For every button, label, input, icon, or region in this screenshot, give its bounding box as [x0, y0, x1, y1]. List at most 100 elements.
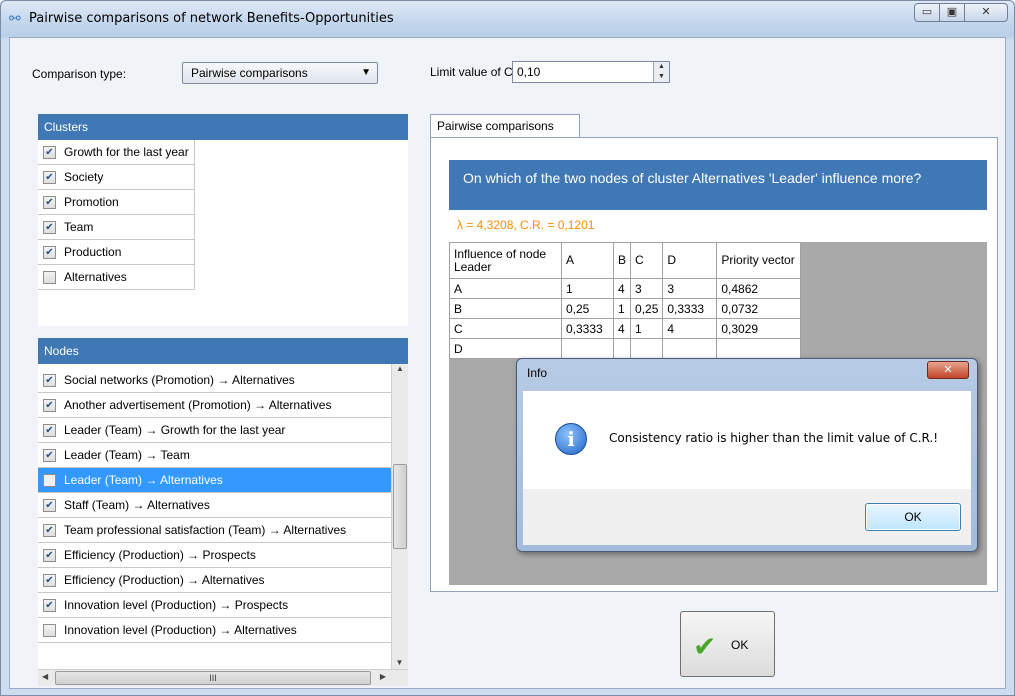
limit-cr-value: 0,10 [517, 65, 541, 79]
node-item[interactable]: ✔ Leader (Team) → Growth for the last yea… [38, 418, 391, 443]
horizontal-scroll-thumb[interactable]: III [55, 671, 371, 685]
node-item[interactable]: ✔ Efficiency (Production) → Alternatives [38, 568, 391, 593]
cluster-item[interactable]: ✔ Promotion [38, 190, 195, 215]
checkbox[interactable]: ✔ [43, 598, 56, 612]
matrix-cell[interactable]: 0,25 [561, 298, 614, 319]
node-item[interactable]: ✔ Staff (Team) → Alternatives [38, 493, 391, 518]
dialog-ok-button[interactable]: OK [865, 503, 961, 531]
tab-pairwise-comparisons[interactable]: Pairwise comparisons [430, 114, 580, 138]
nodes-panel: ✔ Social networks (Promotion) → Alternati… [38, 364, 408, 686]
matrix-column-header: C [630, 242, 664, 279]
node-item-label: Staff (Team) → Alternatives [64, 498, 210, 512]
node-item-label: Efficiency (Production) → Alternatives [64, 573, 265, 587]
checkbox[interactable]: ✔ [43, 448, 56, 462]
checkbox[interactable]: ✔ [43, 245, 56, 259]
matrix-cell[interactable]: 0,3333 [561, 318, 614, 339]
matrix-cell[interactable]: 0,3333 [662, 298, 718, 319]
nodes-vertical-scrollbar[interactable]: ▲ ▼ [391, 364, 408, 669]
checkbox[interactable] [43, 270, 56, 284]
node-item[interactable]: Innovation level (Production) → Alternat… [38, 618, 391, 643]
vertical-scroll-thumb[interactable] [393, 464, 407, 549]
checkbox[interactable]: ✔ [43, 523, 56, 537]
checkbox[interactable]: ✔ [43, 548, 56, 562]
checkbox[interactable]: ✔ [43, 220, 56, 234]
scroll-right-icon[interactable]: ▶ [380, 672, 386, 681]
scroll-down-icon[interactable]: ▼ [392, 658, 407, 667]
matrix-cell[interactable]: 0,3029 [716, 318, 802, 339]
spin-arrows-icon[interactable]: ▲ ▼ [653, 62, 669, 82]
matrix-cell[interactable]: 1 [630, 318, 664, 339]
matrix-cell[interactable] [662, 338, 718, 359]
app-window: ⚯ Pairwise comparisons of network Benefi… [0, 0, 1015, 696]
matrix-cell[interactable]: 0,0732 [716, 298, 802, 319]
node-item[interactable]: ✔ Social networks (Promotion) → Alternati… [38, 368, 391, 393]
cluster-item-label: Alternatives [64, 270, 127, 284]
node-item[interactable]: Leader (Team) → Alternatives [38, 468, 391, 493]
close-button[interactable]: ✕ [964, 3, 1008, 22]
cluster-item[interactable]: Alternatives [38, 265, 195, 290]
title-bar: ⚯ Pairwise comparisons of network Benefi… [1, 1, 1014, 37]
cluster-item[interactable]: ✔ Growth for the last year [38, 140, 195, 165]
matrix-cell[interactable]: 0,4862 [716, 278, 802, 299]
matrix-row-header: A [449, 278, 562, 299]
matrix-cell[interactable] [561, 338, 614, 359]
cluster-item-label: Society [64, 170, 104, 184]
node-item-label: Efficiency (Production) → Prospects [64, 548, 256, 562]
node-item[interactable]: ✔ Leader (Team) → Team [38, 443, 391, 468]
checkbox[interactable]: ✔ [43, 145, 56, 159]
matrix-cell[interactable] [612, 338, 632, 359]
cluster-item[interactable]: ✔ Team [38, 215, 195, 240]
checkbox[interactable]: ✔ [43, 373, 56, 387]
matrix-cell[interactable] [630, 338, 664, 359]
checkbox[interactable]: ✔ [43, 423, 56, 437]
checkbox[interactable]: ✔ [43, 498, 56, 512]
node-item-label: Social networks (Promotion) → Alternativ… [64, 373, 295, 387]
node-item[interactable]: ✔ Efficiency (Production) → Prospects [38, 543, 391, 568]
matrix-cell[interactable]: 1 [612, 298, 632, 319]
ok-button[interactable]: ✔ OK [680, 611, 775, 677]
node-item[interactable]: ✔ Team professional satisfaction (Team) →… [38, 518, 391, 543]
matrix-row: A 1 4 3 3 0,4862 [449, 278, 802, 299]
nodes-horizontal-scrollbar[interactable]: ◀ III ▶ [38, 669, 408, 686]
matrix-cell[interactable]: 3 [662, 278, 718, 299]
matrix-header-row: Influence of node Leader A B C D Priorit… [449, 242, 802, 279]
cluster-item[interactable]: ✔ Society [38, 165, 195, 190]
checkbox[interactable]: ✔ [43, 195, 56, 209]
matrix-cell[interactable]: 4 [612, 278, 632, 299]
comparison-type-select[interactable]: Pairwise comparisons ▼ [182, 62, 378, 84]
dialog-title: Info [527, 366, 548, 380]
matrix-row-header: C [449, 318, 562, 339]
cluster-item-label: Promotion [64, 195, 119, 209]
node-item[interactable]: ✔ Innovation level (Production) → Prospec… [38, 593, 391, 618]
clusters-header: Clusters [38, 114, 408, 140]
dialog-message: Consistency ratio is higher than the lim… [609, 431, 939, 445]
matrix-cell[interactable] [716, 338, 802, 359]
matrix-cell[interactable]: 4 [612, 318, 632, 339]
dialog-close-button[interactable]: ✕ [927, 361, 969, 379]
node-item[interactable]: ✔ Another advertisement (Promotion) → Alt… [38, 393, 391, 418]
checkbox[interactable] [43, 623, 56, 637]
checkbox[interactable]: ✔ [43, 170, 56, 184]
checkbox[interactable]: ✔ [43, 573, 56, 587]
checkbox[interactable]: ✔ [43, 398, 56, 412]
matrix-cell[interactable]: 3 [630, 278, 664, 299]
cluster-item[interactable]: ✔ Production [38, 240, 195, 265]
matrix-cell[interactable]: 0,25 [630, 298, 664, 319]
matrix-column-header: A [561, 242, 614, 279]
limit-cr-stepper[interactable]: 0,10 ▲ ▼ [512, 61, 670, 83]
matrix-cell[interactable]: 4 [662, 318, 718, 339]
chevron-down-icon: ▼ [361, 67, 371, 78]
matrix-row: C 0,3333 4 1 4 0,3029 [449, 318, 802, 339]
scroll-up-icon[interactable]: ▲ [392, 364, 408, 373]
matrix-cell[interactable]: 1 [561, 278, 614, 299]
matrix-column-header: B [612, 242, 632, 279]
matrix-corner-header: Influence of node Leader [449, 242, 562, 279]
window-controls: ▭ ▣ ✕ [914, 3, 1008, 22]
minimize-button[interactable]: ▭ [914, 3, 940, 22]
cluster-item-label: Production [64, 245, 122, 259]
info-icon: i [555, 423, 587, 455]
scroll-left-icon[interactable]: ◀ [42, 672, 48, 681]
node-item-label: Leader (Team) → Team [64, 448, 190, 462]
checkbox[interactable] [43, 473, 56, 487]
maximize-button[interactable]: ▣ [939, 3, 965, 22]
